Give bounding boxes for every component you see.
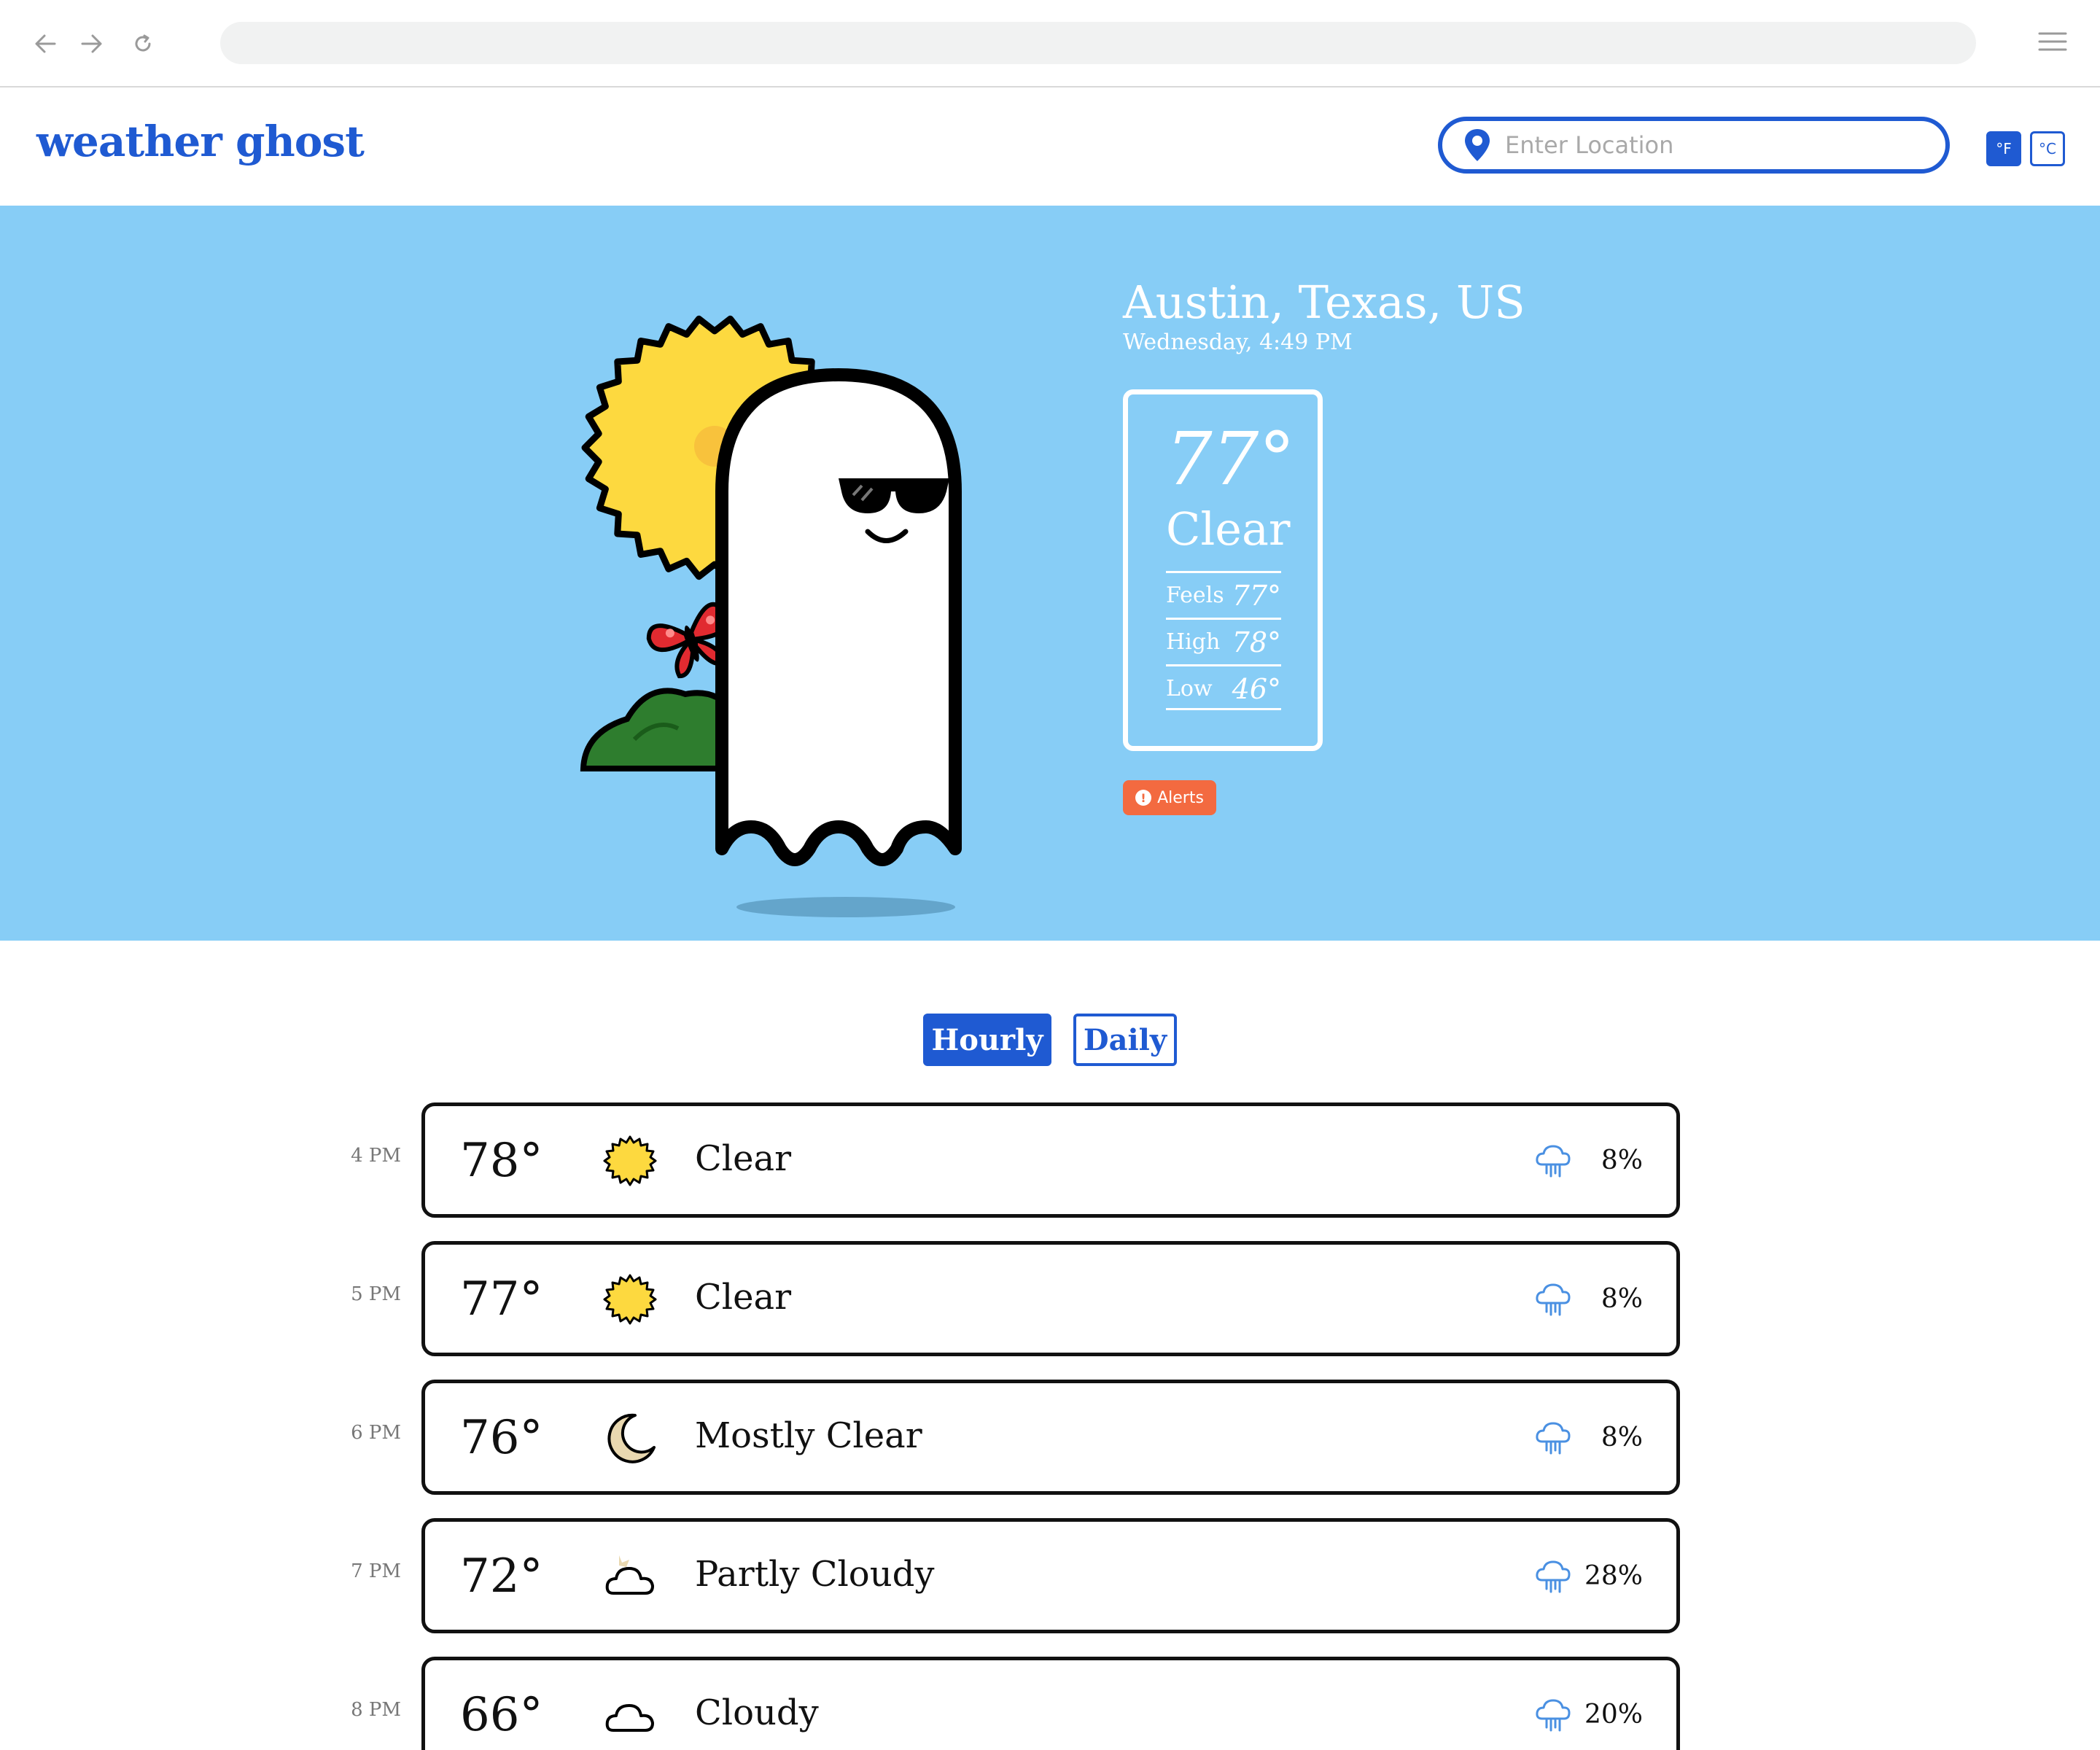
feels-like-row: Feels 77° (1166, 571, 1281, 618)
high-label: High (1166, 629, 1221, 655)
back-arrow-icon[interactable] (29, 28, 61, 60)
hourly-row[interactable]: 66° Cloudy 20% (421, 1657, 1680, 1750)
location-pin-icon (1465, 129, 1490, 161)
precip-chance: 8% (1601, 1284, 1643, 1314)
location-name: Austin, Texas, US (1123, 276, 1525, 329)
app-logo[interactable]: weather ghost (36, 117, 365, 166)
hourly-row[interactable]: 72° Partly Cloudy 28% (421, 1518, 1680, 1633)
rain-cloud-icon (1535, 1698, 1571, 1732)
tab-daily[interactable]: Daily (1073, 1014, 1177, 1066)
precip-chance: 20% (1584, 1700, 1643, 1730)
rain-cloud-icon (1535, 1144, 1571, 1178)
hour-label: 8 PM (351, 1699, 401, 1721)
moon-icon (603, 1411, 657, 1465)
tab-hourly[interactable]: Hourly (923, 1014, 1051, 1066)
address-bar[interactable] (220, 22, 1976, 64)
hour-label: 5 PM (351, 1283, 401, 1305)
hour-temp: 77° (460, 1272, 543, 1326)
current-datetime: Wednesday, 4:49 PM (1123, 330, 1353, 355)
low-label: Low (1166, 676, 1213, 701)
hour-label: 7 PM (351, 1560, 401, 1582)
rain-cloud-icon (1535, 1421, 1571, 1455)
rain-cloud-icon (1535, 1283, 1571, 1316)
precip-chance: 28% (1584, 1561, 1643, 1591)
high-value: 78° (1232, 626, 1281, 658)
cloud-icon (603, 1688, 657, 1742)
sun-icon (603, 1272, 657, 1326)
alert-icon: ! (1135, 790, 1152, 806)
hour-temp: 78° (460, 1134, 543, 1188)
current-temp: 77° (1166, 416, 1296, 502)
low-row: Low 46° (1166, 664, 1281, 711)
hour-temp: 66° (460, 1688, 543, 1742)
hourly-row[interactable]: 78° Clear 8% (421, 1102, 1680, 1218)
hour-label: 4 PM (351, 1145, 401, 1167)
location-search[interactable] (1438, 117, 1950, 174)
partly-cloudy-icon (603, 1549, 657, 1603)
browser-toolbar (0, 0, 2100, 88)
celsius-toggle[interactable]: °C (2030, 131, 2065, 166)
hour-temp: 72° (460, 1549, 543, 1603)
alerts-button[interactable]: ! Alerts (1123, 780, 1216, 815)
reload-icon[interactable] (127, 28, 159, 60)
fahrenheit-toggle[interactable]: °F (1986, 131, 2021, 166)
low-value: 46° (1232, 672, 1281, 705)
ghost-shadow (736, 897, 955, 917)
forward-arrow-icon[interactable] (76, 28, 108, 60)
app-header: weather ghost °F °C (0, 89, 2100, 206)
feels-value: 77° (1232, 579, 1281, 612)
precip-chance: 8% (1601, 1146, 1643, 1175)
hour-condition: Clear (695, 1138, 792, 1179)
hourly-row[interactable]: 77° Clear 8% (421, 1241, 1680, 1356)
ghost-character (715, 368, 962, 866)
location-input[interactable] (1505, 131, 1913, 159)
ghost-sun-illustration (580, 315, 962, 917)
hour-condition: Clear (695, 1277, 792, 1318)
precip-chance: 8% (1601, 1423, 1643, 1452)
menu-icon[interactable] (2038, 31, 2067, 57)
sun-icon (603, 1134, 657, 1188)
hour-condition: Mostly Clear (695, 1415, 922, 1456)
alerts-label: Alerts (1157, 788, 1204, 807)
hourly-row[interactable]: 76° Mostly Clear 8% (421, 1380, 1680, 1495)
bush-shape (580, 688, 736, 771)
high-row: High 78° (1166, 618, 1281, 664)
card-divider (1166, 708, 1281, 710)
hour-label: 6 PM (351, 1422, 401, 1444)
hour-condition: Partly Cloudy (695, 1554, 935, 1595)
feels-label: Feels (1166, 583, 1224, 608)
current-condition: Clear (1166, 502, 1291, 556)
current-conditions-card: 77° Clear Feels 77° High 78° Low 46° (1123, 389, 1323, 751)
rain-cloud-icon (1535, 1560, 1571, 1593)
hour-condition: Cloudy (695, 1692, 819, 1733)
current-weather-hero: Austin, Texas, US Wednesday, 4:49 PM 77°… (0, 206, 2100, 941)
hour-temp: 76° (460, 1411, 543, 1465)
